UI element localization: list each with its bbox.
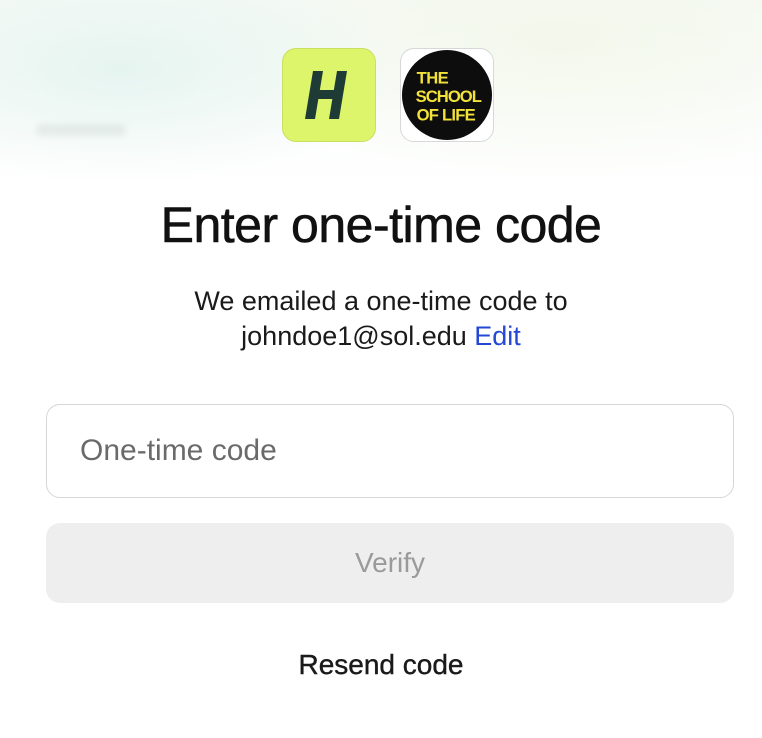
subtitle-email-line: johndoe1@sol.edu Edit	[0, 319, 762, 354]
svg-text:SCHOOL: SCHOOL	[416, 87, 482, 106]
logo-row: THE SCHOOL OF LIFE	[282, 48, 494, 142]
svg-text:THE: THE	[417, 68, 449, 87]
svg-text:OF LIFE: OF LIFE	[417, 105, 476, 124]
subtitle: We emailed a one-time code to johndoe1@s…	[0, 284, 762, 354]
h-logo	[282, 48, 376, 142]
edit-email-link[interactable]: Edit	[474, 321, 521, 351]
the-school-of-life-logo: THE SCHOOL OF LIFE	[401, 49, 493, 141]
one-time-code-input[interactable]	[46, 404, 734, 498]
blurred-background-text	[36, 124, 126, 136]
page-title: Enter one-time code	[160, 197, 602, 254]
h-logo-icon	[305, 71, 347, 119]
school-of-life-logo: THE SCHOOL OF LIFE	[400, 48, 494, 142]
email-address: johndoe1@sol.edu	[241, 321, 467, 351]
resend-code-button[interactable]: Resend code	[0, 649, 762, 681]
verify-button[interactable]: Verify	[46, 523, 734, 603]
subtitle-line: We emailed a one-time code to	[194, 286, 568, 316]
